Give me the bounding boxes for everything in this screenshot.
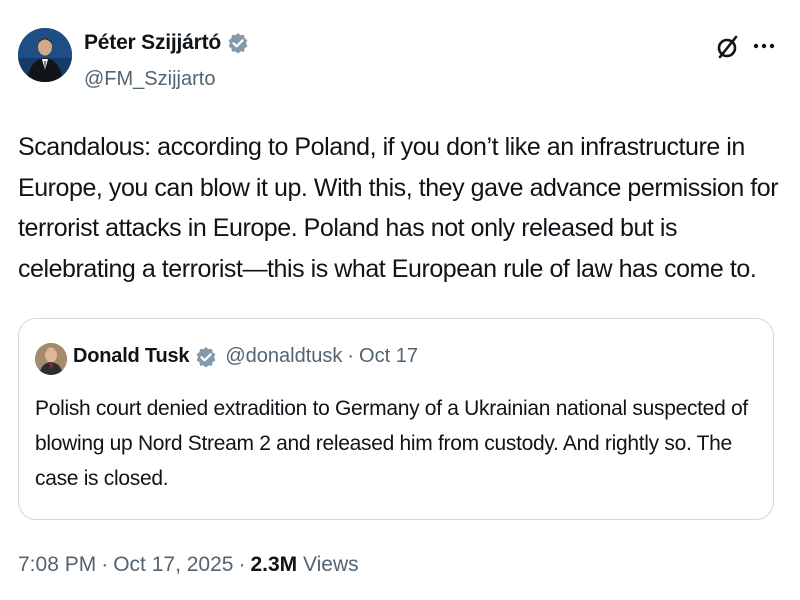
tweet-container: Péter Szijjártó @FM_Szijjarto Scandalous… [0, 0, 800, 600]
grok-icon[interactable] [714, 33, 742, 61]
meta-separator: · [101, 553, 109, 576]
quoted-verified-badge-icon [196, 346, 216, 367]
post-date[interactable]: Oct 17, 2025 [113, 553, 233, 576]
quoted-date[interactable]: Oct 17 [359, 345, 418, 368]
verified-badge-icon [228, 33, 248, 54]
more-options-icon[interactable] [752, 34, 776, 58]
quoted-tweet-text: Polish court denied extradition to Germa… [35, 397, 748, 490]
quoted-author-avatar[interactable] [35, 343, 67, 375]
quoted-author-handle[interactable]: @donaldtusk [225, 345, 342, 368]
quoted-tweet-card[interactable]: Donald Tusk @donaldtusk · Oct 17 Polish … [18, 318, 774, 520]
views-label: Views [303, 553, 359, 576]
quoted-author-name[interactable]: Donald Tusk [73, 345, 190, 368]
author-avatar-image [18, 28, 72, 82]
post-time[interactable]: 7:08 PM [18, 553, 96, 576]
tweet-text: Scandalous: according to Poland, if you … [18, 133, 779, 283]
tweet-meta: 7:08 PM · Oct 17, 2025 · 2.3M Views [18, 553, 359, 577]
author-handle[interactable]: @FM_Szijjarto [84, 68, 215, 91]
meta-separator-2: · [238, 553, 246, 576]
views-count[interactable]: 2.3M [250, 553, 297, 576]
author-avatar[interactable] [18, 28, 72, 82]
quoted-separator: · [347, 345, 355, 367]
quoted-author-avatar-image [35, 343, 67, 375]
quoted-tweet-header: Donald Tusk @donaldtusk · Oct 17 [73, 345, 418, 368]
author-name[interactable]: Péter Szijjártó [84, 31, 221, 55]
author-name-row: Péter Szijjártó [84, 31, 249, 55]
